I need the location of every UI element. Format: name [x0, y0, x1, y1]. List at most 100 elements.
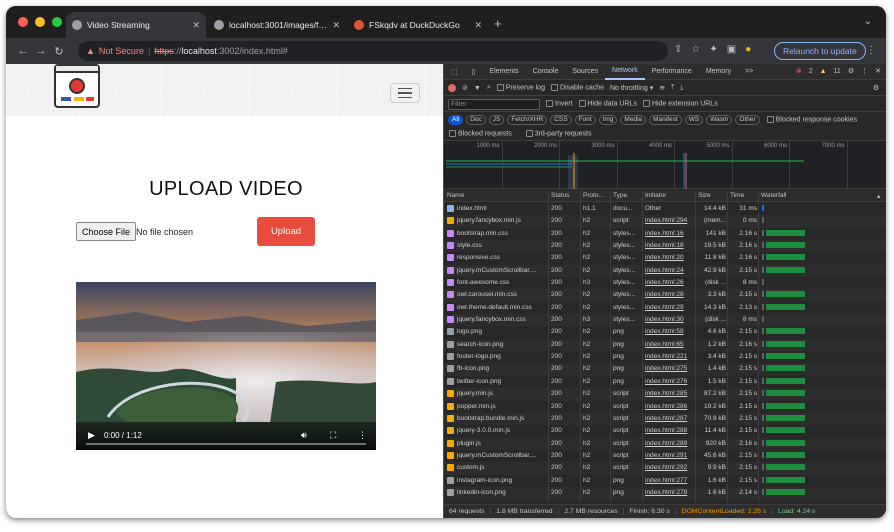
site-logo[interactable] [54, 64, 100, 108]
chip-media[interactable]: Media [620, 114, 647, 125]
col-protocol[interactable]: Proto... [583, 192, 604, 199]
table-row[interactable]: popper.min.js 200 h2 script index.html:286 19… [444, 401, 886, 413]
choose-file-button[interactable]: Choose File [76, 222, 137, 241]
play-icon[interactable]: ▶ [88, 430, 95, 441]
row-initiator[interactable]: index.html:26 [645, 279, 695, 286]
import-har-icon[interactable]: ⤒ [671, 84, 674, 92]
close-tab-icon[interactable]: ✕ [192, 20, 200, 31]
table-row[interactable]: font-awesome.css 200 h3 styles... index.html… [444, 277, 886, 289]
chip-img[interactable]: Img [598, 114, 618, 125]
star-icon[interactable]: ☆ [691, 44, 700, 55]
row-initiator[interactable]: index.html:288 [645, 427, 695, 434]
row-initiator[interactable]: index.html:30 [645, 316, 695, 323]
tab-fb-icon[interactable]: localhost:3001/images/fb-icon ✕ [208, 12, 346, 38]
tab-performance[interactable]: Performance [645, 64, 699, 80]
third-party-requests-checkbox[interactable]: 3rd-party requests [525, 129, 592, 137]
network-overview-timeline[interactable]: 1000 ms 2000 ms 3000 ms 4000 ms 5000 ms 6000 … [444, 141, 886, 189]
error-icon[interactable]: ⊗ [796, 67, 802, 75]
tab-duckduckgo[interactable]: FSkqdv at DuckDuckGo ✕ [348, 12, 488, 38]
tab-video-streaming[interactable]: Video Streaming ✕ [66, 12, 206, 38]
browser-menu-icon[interactable]: ⋮ [866, 45, 876, 56]
tab-search-chevron-icon[interactable]: ⌄ [864, 16, 872, 27]
chip-ws[interactable]: WS [684, 114, 704, 125]
tab-elements[interactable]: Elements [482, 64, 525, 80]
table-row[interactable]: jquery.min.js 200 h2 script index.html:285 87… [444, 388, 886, 401]
reload-icon[interactable]: ↻ [50, 45, 68, 58]
hide-extension-urls-checkbox[interactable]: Hide extension URLs [642, 100, 718, 108]
wifi-icon[interactable]: ≋ [659, 84, 665, 92]
table-row[interactable]: footer-logo.png 200 h2 png index.html:221 3.4… [444, 351, 886, 363]
row-initiator[interactable]: index.html:18 [645, 242, 695, 249]
table-row[interactable]: instagram-icon.png 200 h2 png index.html:277… [444, 475, 886, 487]
chip-js[interactable]: JS [488, 114, 505, 125]
relaunch-button[interactable]: Relaunch to update [774, 42, 866, 60]
col-name[interactable]: Name [447, 192, 464, 199]
new-tab-button[interactable]: + [494, 16, 502, 31]
sort-up-icon[interactable]: ▴ [877, 192, 880, 200]
invert-checkbox[interactable]: Invert [546, 100, 573, 108]
col-waterfall[interactable]: Waterfall [761, 192, 786, 199]
tab-sources[interactable]: Sources [565, 64, 605, 80]
fullscreen-icon[interactable]: ⛶ [330, 430, 336, 441]
side-panel-icon[interactable]: ▣ [727, 44, 736, 55]
table-row[interactable]: plugin.js 200 h2 script index.html:289 920 kB… [444, 437, 886, 450]
table-row[interactable]: responsive.css 200 h2 styles... index.html:2… [444, 252, 886, 264]
col-size[interactable]: Size [698, 192, 711, 199]
extensions-icon[interactable]: ✦ [709, 44, 717, 55]
address-bar[interactable]: ▲ Not Secure | https://localhost:3002/in… [78, 41, 668, 61]
settings-gear-icon[interactable]: ⚙ [848, 67, 854, 75]
table-row[interactable]: custom.js 200 h2 script index.html:292 9.9 kB… [444, 462, 886, 475]
close-tab-icon[interactable]: ✕ [332, 20, 340, 31]
tab-memory[interactable]: Memory [699, 64, 738, 80]
col-initiator[interactable]: Initiator [645, 192, 666, 199]
record-icon[interactable] [448, 84, 456, 92]
warning-icon[interactable]: ▲ [86, 46, 95, 56]
error-count[interactable]: 2 [809, 68, 813, 75]
table-row[interactable]: owl.carousel.min.css 200 h2 styles... index.… [444, 289, 886, 302]
warning-count[interactable]: 11 [834, 68, 841, 75]
chip-all[interactable]: All [448, 114, 464, 125]
table-row[interactable]: fb-icon.png 200 h2 png index.html:275 1.4 kB 2… [444, 363, 886, 376]
upload-button[interactable]: Upload [257, 217, 315, 246]
network-settings-gear-icon[interactable]: ⚙ [873, 84, 879, 92]
blocked-response-cookies-checkbox[interactable]: Blocked response cookies [766, 115, 857, 123]
row-initiator[interactable]: index.html:275 [645, 365, 695, 372]
chip-fetch-xhr[interactable]: Fetch/XHR [507, 114, 548, 125]
throttling-select[interactable]: No throttling ▾ [610, 84, 653, 92]
more-tabs-button[interactable]: >> [738, 64, 760, 80]
video-progress-bar[interactable] [86, 443, 366, 445]
device-toolbar-icon[interactable]: ▯ [465, 64, 483, 80]
filter-funnel-icon[interactable]: ▼ [474, 85, 481, 92]
clear-icon[interactable]: ⊘ [462, 84, 468, 92]
hamburger-menu-icon[interactable] [390, 83, 420, 103]
row-initiator[interactable]: index.html:16 [645, 230, 695, 237]
search-icon[interactable]: ⌕ [487, 84, 491, 92]
table-row[interactable]: index.html 200 h1.1 docu... Other 14.4 kB 31 m… [444, 203, 886, 215]
table-row[interactable]: style.css 200 h2 styles... index.html:18 19.5… [444, 240, 886, 253]
chip-doc[interactable]: Doc [466, 114, 486, 125]
filter-input[interactable]: Filter [448, 98, 540, 110]
forward-arrow-icon[interactable]: → [32, 45, 50, 57]
more-options-icon[interactable]: ⋮ [358, 430, 367, 441]
minimize-window-button[interactable] [35, 17, 45, 27]
row-initiator[interactable]: index.html:287 [645, 415, 695, 422]
chip-font[interactable]: Font [574, 114, 596, 125]
chip-manifest[interactable]: Manifest [649, 114, 682, 125]
row-initiator[interactable]: index.html:24 [645, 267, 695, 274]
table-row[interactable]: twitter-icon.png 200 h2 png index.html:276 1.… [444, 376, 886, 388]
row-initiator[interactable]: index.html:221 [645, 353, 695, 360]
security-label[interactable]: Not Secure [99, 46, 144, 56]
back-arrow-icon[interactable]: ← [14, 45, 32, 57]
close-devtools-icon[interactable]: ✕ [875, 67, 881, 75]
table-row[interactable]: jquery.mCustomScrollbar.... 200 h2 styles..… [444, 264, 886, 278]
export-har-icon[interactable]: ⤓ [680, 84, 683, 92]
disable-cache-checkbox[interactable]: Disable cache [551, 84, 604, 92]
chip-other[interactable]: Other [735, 114, 760, 125]
row-initiator[interactable]: index.html:277 [645, 477, 695, 484]
table-row[interactable]: jquery.mCustomScrollbar.... 200 h2 script in… [444, 450, 886, 462]
tab-console[interactable]: Console [526, 64, 566, 80]
row-initiator[interactable]: index.html:285 [645, 390, 695, 397]
row-initiator[interactable]: index.html:65 [645, 341, 695, 348]
profile-icon[interactable]: ● [745, 44, 751, 55]
share-icon[interactable]: ⇪ [674, 44, 682, 55]
